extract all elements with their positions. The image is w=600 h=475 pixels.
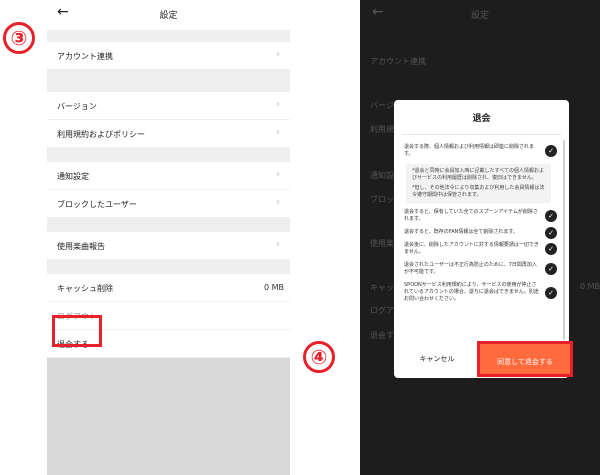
- menu-terms[interactable]: 利用規約およびポリシー ›: [47, 120, 290, 148]
- check-icon[interactable]: ✓: [545, 243, 557, 255]
- term-item: 退会後に、削除したアカウントに対する情報要請は一切できません。 ✓: [394, 239, 569, 259]
- menu-account-link[interactable]: アカウント連携 ›: [47, 42, 290, 70]
- agree-withdraw-button[interactable]: 同意して退会する: [477, 341, 573, 377]
- chevron-right-icon: ›: [276, 169, 280, 180]
- withdraw-dialog: 退会 退会する際、個人情報および利用情報は即座に削除されます。 ✓ *退会と同時…: [394, 100, 569, 378]
- dialog-title: 退会: [472, 114, 491, 124]
- chevron-right-icon: ›: [276, 127, 280, 138]
- menu-version[interactable]: バージョン ›: [47, 92, 290, 120]
- menu-notification[interactable]: 通知設定 ›: [47, 162, 290, 190]
- term-item: 退会されたユーザーは不正行為防止のために、7日間再加入が不可能です。 ✓: [394, 259, 569, 279]
- cancel-button[interactable]: キャンセル: [394, 340, 480, 378]
- dialog-scrollbar[interactable]: [563, 140, 565, 340]
- check-icon[interactable]: ✓: [545, 286, 557, 299]
- chevron-right-icon: ›: [276, 197, 280, 208]
- check-icon[interactable]: ✓: [545, 226, 557, 239]
- page-title: 設定: [159, 11, 178, 21]
- term-item: 退会すると、保有していた全てのスプーンアイテムが削除されます。 ✓: [394, 206, 569, 226]
- header: ← 設定: [47, 0, 290, 30]
- term-item: SPOONサービス利用規約により、サービスの使用が停止されているアカウントの場合…: [394, 279, 569, 306]
- chevron-right-icon: ›: [276, 49, 280, 60]
- cache-size: 0 MB: [263, 283, 284, 292]
- step-3-badge: ③: [3, 22, 35, 54]
- chevron-right-icon: ›: [276, 239, 280, 250]
- menu-cache-clear[interactable]: キャッシュ削除 0 MB: [47, 274, 290, 302]
- check-icon[interactable]: ✓: [545, 145, 557, 157]
- term-item: 退会すると、既存のFAN情報は全て削除されます。 ✓: [394, 226, 569, 239]
- menu-song-report[interactable]: 使用楽曲報告 ›: [47, 232, 290, 260]
- check-icon[interactable]: ✓: [545, 210, 557, 222]
- withdraw-highlight-box: [52, 315, 102, 347]
- term-note: *退会と同時に会員加入時に記載したすべての個人情報およびサービスの利用履歴は削除…: [406, 164, 551, 203]
- chevron-right-icon: ›: [276, 99, 280, 110]
- settings-screen: ← 設定 アカウント連携 › バージョン › 利用規約およびポリシー › 通知設…: [47, 0, 290, 475]
- term-item: 退会する際、個人情報および利用情報は即座に削除されます。 ✓: [394, 141, 569, 161]
- check-icon[interactable]: ✓: [545, 263, 557, 275]
- menu-blocked-users[interactable]: ブロックしたユーザー ›: [47, 190, 290, 218]
- step-4-badge: ④: [303, 341, 335, 373]
